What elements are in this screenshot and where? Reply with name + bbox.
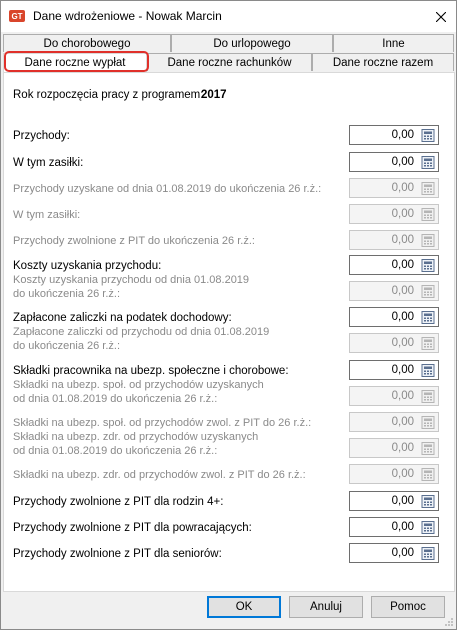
dialog-window: GT Dane wdrożeniowe - Nowak Marcin Do ch… (0, 0, 457, 630)
amount-value: 0,00 (391, 364, 414, 376)
amount-input[interactable]: 0,00 (349, 360, 439, 380)
amount-input[interactable]: 0,00 (349, 491, 439, 511)
amount-input[interactable]: 0,00 (349, 517, 439, 537)
field-label: Zapłacone zaliczki na podatek dochodowy: (13, 312, 232, 324)
calculator-icon (421, 442, 435, 455)
calculator-icon[interactable] (421, 156, 435, 169)
tab-do-urlopowego[interactable]: Do urlopowego (171, 34, 333, 52)
amount-input[interactable]: 0,00 (349, 255, 439, 275)
calculator-icon[interactable] (421, 521, 435, 534)
ok-button[interactable]: OK (207, 596, 281, 618)
calculator-icon[interactable] (421, 311, 435, 324)
title-bar: GT Dane wdrożeniowe - Nowak Marcin (1, 1, 456, 32)
field-label: Przychody zwolnione z PIT dla seniorów: (13, 548, 222, 560)
amount-input: 0,00 (349, 438, 439, 458)
field-label: Przychody zwolnione z PIT do ukończenia … (13, 235, 255, 247)
amount-input[interactable]: 0,00 (349, 307, 439, 327)
calculator-icon (421, 234, 435, 247)
calculator-icon[interactable] (421, 129, 435, 142)
field-label: Składki na ubezp. społ. od przychodów uz… (13, 379, 264, 405)
tab-dane-roczne-rachunkow[interactable]: Dane roczne rachunków (147, 53, 312, 71)
amount-value: 0,00 (391, 390, 414, 402)
start-year-value: 2017 (201, 89, 227, 101)
field-label: Koszty uzyskania przychodu: (13, 260, 162, 272)
field-label: W tym zasiłki: (13, 209, 81, 221)
amount-value: 0,00 (391, 234, 414, 246)
calculator-icon (421, 182, 435, 195)
field-label: Składki na ubezp. zdr. od przychodów zwo… (13, 469, 306, 481)
amount-input: 0,00 (349, 230, 439, 250)
app-logo-icon: GT (9, 10, 25, 22)
calculator-icon (421, 390, 435, 403)
resize-grip-icon[interactable] (444, 617, 454, 627)
amount-value: 0,00 (391, 495, 414, 507)
field-label: Składki na ubezp. zdr. od przychodów uzy… (13, 431, 259, 457)
amount-input: 0,00 (349, 333, 439, 353)
close-icon[interactable] (436, 11, 446, 22)
amount-value: 0,00 (391, 337, 414, 349)
field-label: Składki pracownika na ubezp. społeczne i… (13, 365, 289, 377)
amount-input: 0,00 (349, 386, 439, 406)
calculator-icon (421, 208, 435, 221)
help-button[interactable]: Pomoc (371, 596, 445, 618)
calculator-icon (421, 285, 435, 298)
calculator-icon (421, 416, 435, 429)
amount-input[interactable]: 0,00 (349, 125, 439, 145)
amount-input: 0,00 (349, 464, 439, 484)
amount-value: 0,00 (391, 129, 414, 141)
field-label: Przychody: (13, 130, 70, 142)
tab-dane-roczne-razem[interactable]: Dane roczne razem (312, 53, 454, 71)
field-label: Koszty uzyskania przychodu od dnia 01.08… (13, 274, 250, 300)
field-label: Zapłacone zaliczki od przychodu od dnia … (13, 326, 270, 352)
amount-value: 0,00 (391, 468, 414, 480)
amount-value: 0,00 (391, 416, 414, 428)
calculator-icon (421, 468, 435, 481)
amount-input: 0,00 (349, 178, 439, 198)
amount-value: 0,00 (391, 311, 414, 323)
amount-value: 0,00 (391, 182, 414, 194)
start-year-label: Rok rozpoczęcia pracy z programem: (13, 89, 204, 101)
amount-input: 0,00 (349, 281, 439, 301)
calculator-icon (421, 337, 435, 350)
field-label: Składki na ubezp. społ. od przychodów zw… (13, 417, 312, 429)
amount-input: 0,00 (349, 412, 439, 432)
amount-value: 0,00 (391, 285, 414, 297)
amount-input[interactable]: 0,00 (349, 152, 439, 172)
field-label: Przychody zwolnione z PIT dla rodzin 4+: (13, 496, 224, 508)
amount-value: 0,00 (391, 442, 414, 454)
amount-value: 0,00 (391, 547, 414, 559)
tab-inne[interactable]: Inne (333, 34, 454, 52)
tab-dane-roczne-wyplat[interactable]: Dane roczne wypłat (3, 53, 147, 73)
tab-do-chorobowego[interactable]: Do chorobowego (3, 34, 171, 52)
calculator-icon[interactable] (421, 259, 435, 272)
calculator-icon[interactable] (421, 495, 435, 508)
close-button[interactable] (426, 1, 456, 32)
cancel-button[interactable]: Anuluj (289, 596, 363, 618)
field-label: Przychody uzyskane od dnia 01.08.2019 do… (13, 183, 322, 195)
field-label: W tym zasiłki: (13, 157, 84, 169)
amount-value: 0,00 (391, 521, 414, 533)
amount-input: 0,00 (349, 204, 439, 224)
amount-value: 0,00 (391, 259, 414, 271)
svg-text:GT: GT (11, 12, 22, 21)
amount-input[interactable]: 0,00 (349, 543, 439, 563)
window-title: Dane wdrożeniowe - Nowak Marcin (33, 9, 222, 23)
calculator-icon[interactable] (421, 364, 435, 377)
calculator-icon[interactable] (421, 547, 435, 560)
amount-value: 0,00 (391, 156, 414, 168)
amount-value: 0,00 (391, 208, 414, 220)
field-label: Przychody zwolnione z PIT dla powracając… (13, 522, 252, 534)
